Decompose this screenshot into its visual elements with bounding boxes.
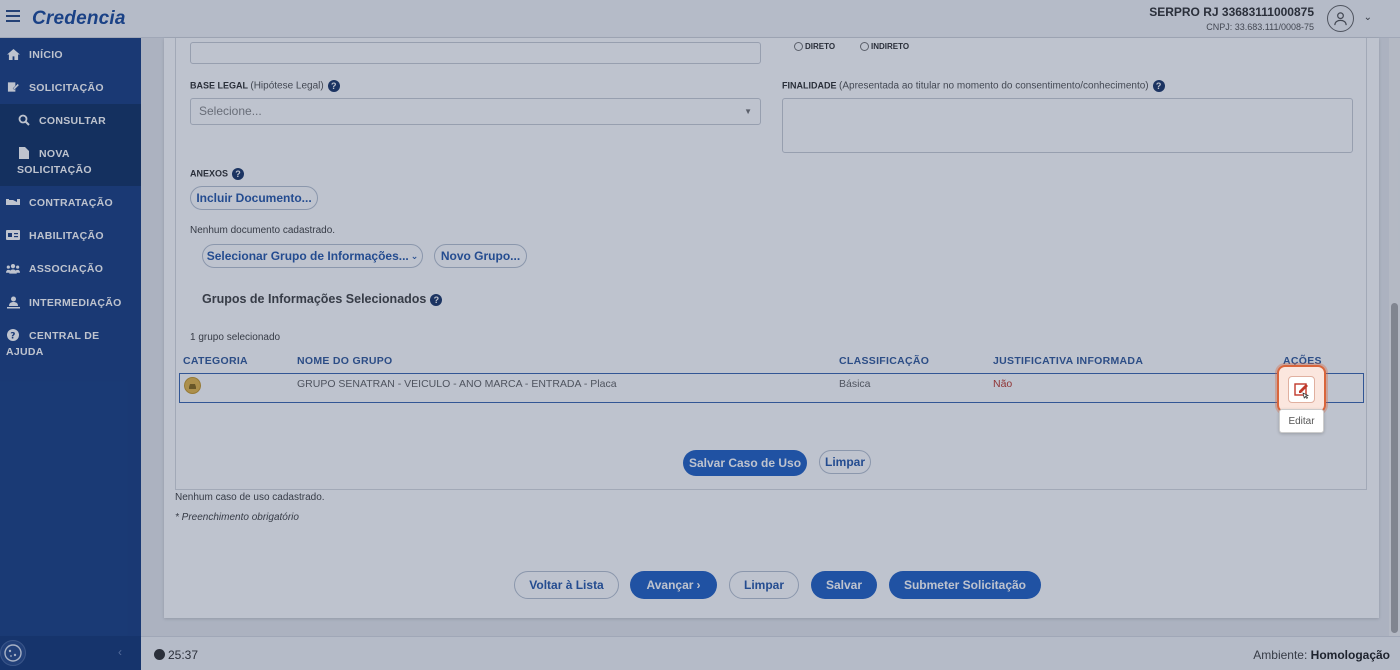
chevron-right-icon: › — [696, 578, 701, 592]
salvar-button[interactable]: Salvar — [811, 571, 877, 599]
base-legal-label: BASE LEGAL (Hipótese Legal)? — [190, 80, 340, 92]
col-categoria: CATEGORIA — [183, 355, 248, 367]
scrollbar[interactable] — [1389, 38, 1400, 636]
menu-icon[interactable] — [6, 10, 20, 22]
edit-action-button[interactable] — [1277, 365, 1326, 413]
nenhum-caso-text: Nenhum caso de uso cadastrado. — [175, 492, 325, 503]
chevron-down-icon: ⌄ — [410, 250, 419, 261]
radio-circle-icon — [860, 42, 869, 52]
col-classificacao: CLASSIFICAÇÃO — [839, 355, 930, 367]
col-justificativa: JUSTIFICATIVA INFORMADA — [993, 355, 1144, 367]
voltar-lista-button[interactable]: Voltar à Lista — [514, 571, 619, 599]
base-legal-select[interactable]: Selecione... ▼ — [190, 98, 761, 125]
home-icon — [6, 48, 20, 60]
finalidade-label: FINALIDADE (Apresentada ao titular no mo… — [782, 80, 1165, 92]
edit-icon — [1288, 376, 1315, 403]
finalidade-textarea[interactable] — [782, 98, 1353, 153]
help-icon[interactable]: ? — [1152, 80, 1165, 92]
salvar-caso-button[interactable]: Salvar Caso de Uso — [683, 450, 807, 476]
collapse-sidebar-icon[interactable]: ‹ — [118, 645, 122, 659]
search-icon — [17, 114, 31, 126]
text-input-top[interactable] — [190, 42, 761, 64]
grupos-title: Grupos de Informações Selecionados? — [202, 292, 443, 306]
obrigatorio-note: * Preenchimento obrigatório — [175, 512, 299, 523]
user-cnpj: CNPJ: 33.683.111/0008-75 — [1206, 22, 1314, 32]
app-logo[interactable]: Credencia — [32, 8, 126, 30]
cell-nome-grupo: GRUPO SENATRAN - VEICULO - ANO MARCA - E… — [297, 378, 617, 390]
help-icon[interactable]: ? — [430, 293, 443, 306]
svg-text:?: ? — [10, 331, 16, 341]
cell-classificacao: Básica — [839, 378, 871, 390]
user-avatar-icon[interactable] — [1327, 5, 1354, 32]
ambiente-info: Ambiente: Homologação — [1253, 648, 1390, 662]
editar-tooltip: Editar — [1279, 409, 1324, 433]
novo-grupo-button[interactable]: Novo Grupo... — [434, 244, 527, 268]
file-icon — [17, 147, 31, 159]
footer: 25:37 Ambiente: Homologação — [141, 636, 1400, 670]
submeter-button[interactable]: Submeter Solicitação — [889, 571, 1041, 599]
anexos-label: ANEXOS? — [190, 168, 245, 180]
edit-document-icon — [6, 81, 20, 93]
avancar-button[interactable]: Avançar › — [630, 571, 717, 599]
users-icon — [6, 262, 20, 274]
limpar-button[interactable]: Limpar — [729, 571, 799, 599]
radio-indireto[interactable]: INDIRETO — [860, 42, 909, 52]
dropdown-caret-icon: ▼ — [744, 107, 752, 116]
cell-justificativa: Não — [993, 378, 1013, 390]
help-icon: ? — [6, 329, 20, 341]
radio-direto[interactable]: DIRETO — [794, 42, 835, 52]
limpar-caso-button[interactable]: Limpar — [819, 450, 871, 474]
nenhum-documento-text: Nenhum documento cadastrado. — [190, 225, 336, 236]
id-card-icon — [6, 229, 20, 241]
cookie-icon[interactable] — [0, 640, 26, 666]
handshake-icon — [6, 196, 20, 208]
top-header: Credencia SERPRO RJ 33683111000875 CNPJ:… — [0, 0, 1400, 38]
user-network-icon — [6, 296, 20, 308]
vehicle-category-icon — [184, 377, 201, 394]
incluir-documento-button[interactable]: Incluir Documento... — [190, 186, 318, 210]
session-timer: 25:37 — [154, 648, 198, 662]
help-icon[interactable]: ? — [327, 80, 340, 92]
help-icon[interactable]: ? — [232, 168, 245, 180]
clock-icon — [154, 649, 165, 660]
selecionar-grupo-button[interactable]: Selecionar Grupo de Informações... ⌄ — [202, 244, 423, 268]
chevron-down-icon[interactable]: ⌄ — [1364, 12, 1372, 23]
radio-circle-icon — [794, 42, 803, 52]
user-name: SERPRO RJ 33683111000875 — [1149, 5, 1314, 19]
scroll-thumb[interactable] — [1391, 303, 1398, 633]
col-nome-grupo: NOME DO GRUPO — [297, 355, 393, 367]
grupo-count: 1 grupo selecionado — [190, 332, 281, 343]
